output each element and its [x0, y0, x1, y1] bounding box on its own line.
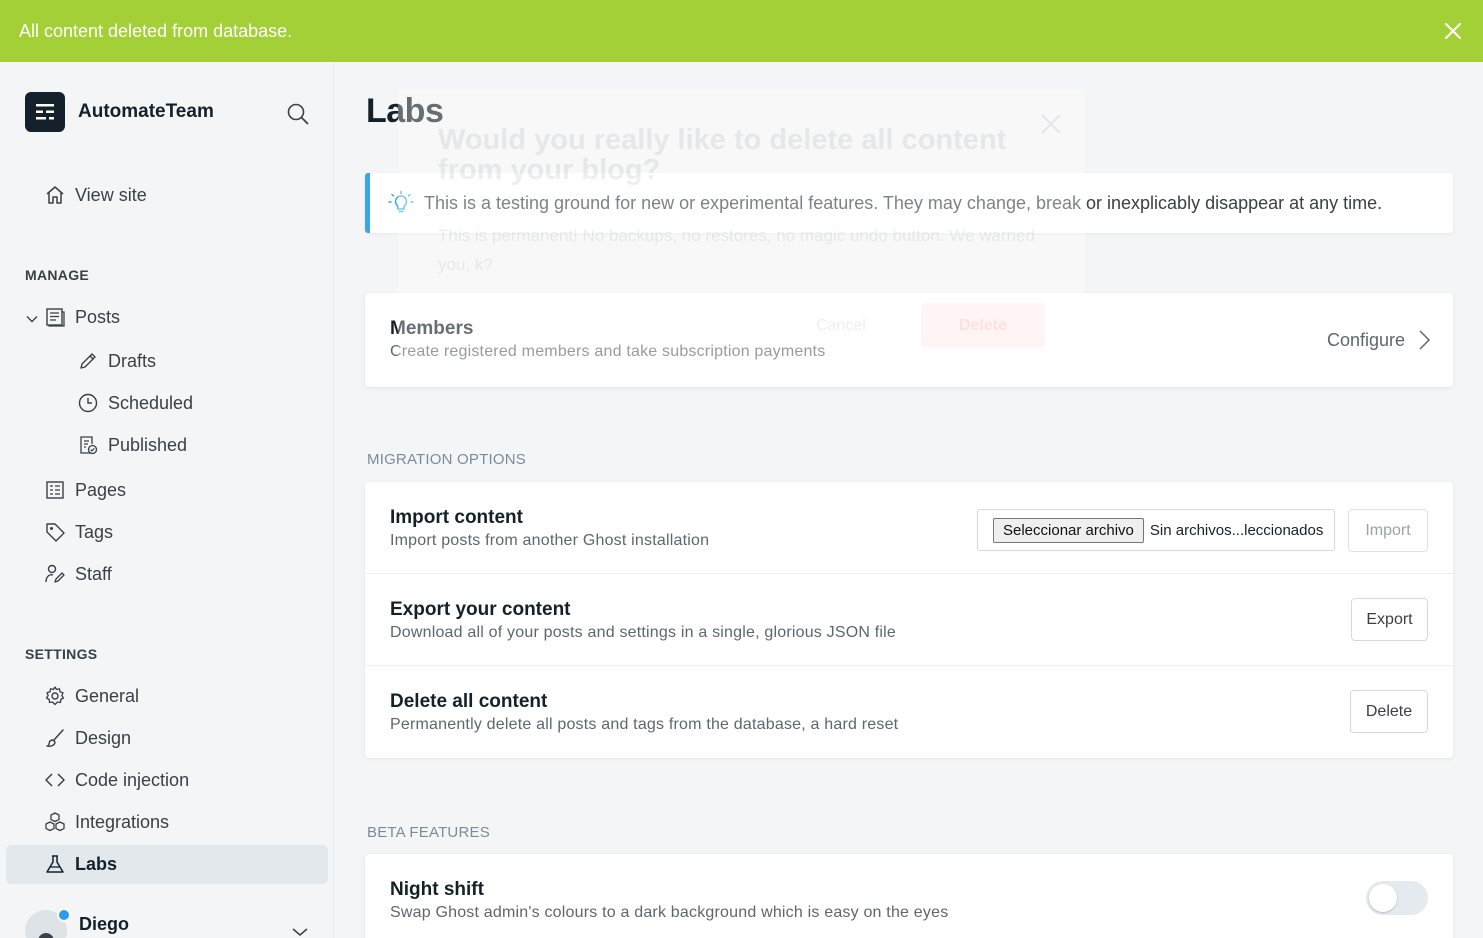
sidebar-item-label: Code injection: [75, 769, 190, 790]
sidebar-item-pages[interactable]: Pages: [44, 472, 126, 508]
export-desc: Download all of your posts and settings …: [390, 624, 897, 641]
members-row: Members Create registered members and ta…: [365, 293, 1453, 387]
migration-section-title: MIGRATION OPTIONS: [367, 451, 526, 468]
page-title: Labs: [366, 92, 444, 130]
import-button[interactable]: Import: [1348, 509, 1428, 552]
migration-card: Import content Import posts from another…: [365, 482, 1453, 758]
export-title: Export your content: [390, 599, 571, 620]
pencil-icon: [77, 350, 99, 372]
user-menu[interactable]: Diego: [25, 910, 129, 938]
tag-icon: [44, 521, 66, 543]
file-input[interactable]: Seleccionar archivo Sin archivos...lecci…: [977, 509, 1335, 551]
presence-indicator: [57, 908, 71, 922]
brand-name: AutomateTeam: [78, 101, 214, 122]
user-name: Diego: [79, 913, 130, 934]
sidebar-item-label: Design: [75, 727, 132, 748]
sidebar-item-label: Published: [108, 434, 188, 455]
settings-section-title: SETTINGS: [25, 646, 98, 662]
chevron-down-icon[interactable]: [25, 312, 39, 326]
brand-logo: [25, 92, 65, 132]
sidebar-item-label: General: [75, 685, 140, 706]
gear-icon: [44, 685, 66, 707]
pages-icon: [44, 479, 66, 501]
published-icon: [77, 434, 99, 456]
sidebar-item-scheduled[interactable]: Scheduled: [77, 385, 193, 421]
night-shift-toggle[interactable]: [1366, 881, 1428, 915]
sidebar-item-general[interactable]: General: [44, 678, 139, 714]
code-icon: [44, 769, 66, 791]
configure-label: Configure: [1326, 329, 1405, 350]
delete-button[interactable]: Delete: [1350, 690, 1428, 733]
members-card: Members Create registered members and ta…: [365, 293, 1453, 387]
sidebar-item-label: Integrations: [75, 811, 170, 832]
sidebar-item-label: Tags: [75, 521, 114, 542]
sidebar-item-integrations[interactable]: Integrations: [44, 804, 169, 840]
sidebar-item-tags[interactable]: Tags: [44, 514, 113, 550]
sidebar-item-drafts[interactable]: Drafts: [77, 343, 156, 379]
notification-banner: All content deleted from database.: [0, 0, 1483, 62]
sidebar-item-labs[interactable]: Labs: [44, 846, 117, 882]
select-file-button[interactable]: Seleccionar archivo: [993, 517, 1144, 543]
brush-icon: [44, 727, 66, 749]
export-button[interactable]: Export: [1351, 598, 1428, 641]
chevron-right-icon: [1417, 329, 1431, 351]
cubes-icon: [44, 811, 66, 833]
brand[interactable]: AutomateTeam: [25, 92, 214, 132]
file-status: Sin archivos...leccionados: [1149, 521, 1324, 539]
night-shift-title: Night shift: [390, 879, 484, 900]
manage-section-title: MANAGE: [25, 267, 90, 283]
clock-icon: [77, 392, 99, 414]
sidebar-item-label: View site: [75, 184, 147, 205]
delete-desc: Permanently delete all posts and tags fr…: [390, 716, 899, 733]
sidebar-item-label: Posts: [75, 306, 121, 327]
staff-icon: [44, 563, 66, 585]
chevron-down-icon[interactable]: [291, 924, 309, 938]
info-box: This is a testing ground for new or expe…: [365, 173, 1453, 233]
sidebar-item-code-injection[interactable]: Code injection: [44, 762, 189, 798]
close-icon[interactable]: [1442, 20, 1464, 42]
night-shift-desc: Swap Ghost admin's colours to a dark bac…: [390, 904, 949, 921]
toggle-knob: [1369, 884, 1397, 912]
sidebar-item-label: Pages: [75, 479, 127, 500]
sidebar-item-label: Labs: [75, 853, 118, 874]
configure-button[interactable]: Configure: [1327, 329, 1431, 351]
export-row: Export your content Download all of your…: [365, 574, 1453, 666]
beta-card: Night shift Swap Ghost admin's colours t…: [365, 854, 1453, 938]
search-icon[interactable]: [287, 103, 309, 125]
night-shift-row: Night shift Swap Ghost admin's colours t…: [365, 854, 1453, 938]
sidebar-item-published[interactable]: Published: [77, 427, 187, 463]
import-title: Import content: [390, 507, 523, 528]
sidebar-item-label: Staff: [75, 563, 112, 584]
delete-row: Delete all content Permanently delete al…: [365, 666, 1453, 758]
sidebar: AutomateTeam View site MANAGE Posts Draf…: [0, 62, 334, 938]
sidebar-item-staff[interactable]: Staff: [44, 556, 112, 592]
delete-title: Delete all content: [390, 691, 548, 712]
info-text: This is a testing ground for new or expe…: [424, 192, 1383, 213]
sidebar-item-view-site[interactable]: View site: [44, 177, 147, 213]
notification-message: All content deleted from database.: [19, 20, 293, 41]
members-title: Members: [390, 318, 474, 339]
flask-icon: [44, 853, 66, 875]
home-icon: [44, 184, 66, 206]
sidebar-item-label: Drafts: [108, 350, 157, 371]
main-content: Labs This is a testing ground for new or…: [334, 62, 1483, 938]
sidebar-item-label: Scheduled: [108, 392, 194, 413]
sidebar-item-design[interactable]: Design: [44, 720, 131, 756]
import-desc: Import posts from another Ghost installa…: [390, 532, 710, 549]
beta-section-title: BETA FEATURES: [367, 824, 490, 841]
import-row: Import content Import posts from another…: [365, 482, 1453, 574]
lightbulb-icon: [388, 190, 414, 216]
posts-icon: [44, 306, 66, 328]
members-desc: Create registered members and take subsc…: [390, 343, 826, 360]
sidebar-item-posts[interactable]: Posts: [44, 299, 120, 335]
